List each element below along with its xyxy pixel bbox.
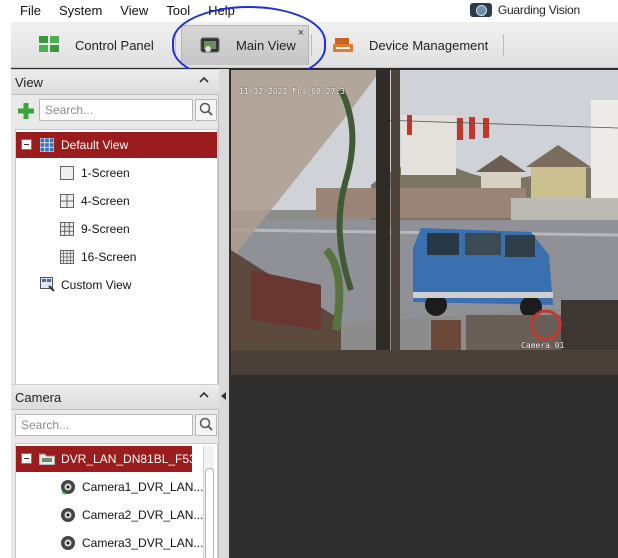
tab-divider: [503, 34, 504, 56]
grid-view-icon: [40, 138, 54, 152]
panel-splitter[interactable]: [219, 69, 229, 558]
video-camera-label: Camera 01: [521, 341, 565, 350]
camera-search-button[interactable]: [195, 414, 217, 436]
tree-item-9-screen[interactable]: 9-Screen: [16, 216, 217, 242]
camera-search-input[interactable]: [15, 414, 193, 436]
tab-device-management[interactable]: Device Management: [315, 25, 505, 65]
camera-icon: [61, 480, 75, 495]
tree-item-custom-view[interactable]: Custom View: [16, 272, 217, 298]
tree-item-camera3[interactable]: Camera3_DVR_LAN...: [16, 530, 203, 556]
desktop-edge: [0, 0, 11, 558]
tree-item-4-screen[interactable]: 4-Screen: [16, 188, 217, 214]
collapse-icon[interactable]: [21, 139, 32, 150]
tree-item-label: Custom View: [61, 278, 132, 292]
tree-item-label: DVR_LAN_DN81BL_F53...: [61, 452, 206, 466]
brand-name: Guarding Vision: [497, 3, 580, 17]
tree-item-1-screen[interactable]: 1-Screen: [16, 160, 217, 186]
chevron-up-icon[interactable]: [199, 75, 209, 85]
view-search-button[interactable]: [195, 99, 217, 121]
device-management-icon: [333, 36, 355, 54]
tree-item-label: 16-Screen: [81, 250, 137, 264]
tree-item-label: Camera2_DVR_LAN...: [82, 508, 204, 522]
tab-control-panel[interactable]: Control Panel: [21, 25, 171, 65]
live-video-window[interactable]: 11-12-2021 Fri 08:27:3 Camera 01: [231, 70, 618, 375]
tree-item-label: 4-Screen: [81, 194, 130, 208]
collapse-arrow-icon[interactable]: [221, 392, 226, 400]
camera-icon: [61, 536, 75, 550]
tree-item-label: Camera1_DVR_LAN...: [82, 480, 204, 494]
app-window: File System View Tool Help Guarding Visi…: [0, 0, 618, 558]
view-search-input[interactable]: [39, 99, 193, 121]
view-search-row: [15, 99, 217, 123]
menu-view[interactable]: View: [111, 0, 157, 22]
tab-label: Device Management: [369, 37, 489, 53]
menu-tool[interactable]: Tool: [157, 0, 199, 22]
camera-tree: DVR_LAN_DN81BL_F53... Camera1_DVR_LAN...…: [15, 443, 218, 558]
dvr-folder-icon: [39, 453, 55, 465]
main-view-icon: [200, 37, 222, 55]
tree-item-dvr[interactable]: DVR_LAN_DN81BL_F53...: [16, 446, 206, 472]
camera-search-row: [15, 414, 217, 438]
close-icon[interactable]: ×: [298, 27, 304, 39]
menu-bar: File System View Tool Help Guarding Visi…: [11, 0, 618, 22]
tree-item-label: 9-Screen: [81, 222, 130, 236]
camera-icon: [61, 508, 75, 522]
tree-item-label: 1-Screen: [81, 166, 130, 180]
chevron-up-icon[interactable]: [199, 390, 209, 400]
menu-help[interactable]: Help: [199, 0, 244, 22]
collapse-icon[interactable]: [21, 453, 32, 464]
custom-view-icon: [40, 277, 55, 292]
tab-divider: [311, 34, 312, 56]
left-panel: View Search... Default View 1-Screen 4-S…: [11, 69, 219, 558]
brand: Guarding Vision: [469, 3, 580, 17]
tab-label: Main View: [236, 38, 296, 53]
tree-item-camera1[interactable]: Camera1_DVR_LAN...: [16, 474, 203, 500]
menu-file[interactable]: File: [11, 0, 50, 22]
tab-divider: [175, 34, 176, 56]
add-icon[interactable]: [17, 102, 35, 120]
camera-tree-scrollbar[interactable]: [203, 446, 214, 558]
one-screen-icon: [60, 166, 74, 180]
search-icon: [199, 102, 213, 116]
tree-item-label: Default View: [61, 138, 129, 152]
brand-logo-icon: [469, 3, 492, 17]
tree-item-camera2[interactable]: Camera2_DVR_LAN...: [16, 502, 203, 528]
search-icon: [199, 417, 213, 431]
tab-main-view[interactable]: Main View ×: [181, 25, 309, 65]
nine-screen-icon: [60, 222, 74, 236]
tab-label: Control Panel: [75, 37, 154, 53]
view-section-header[interactable]: View: [11, 69, 219, 95]
tree-item-16-screen[interactable]: 16-Screen: [16, 244, 217, 270]
camera-section-title: Camera: [15, 390, 62, 405]
tree-item-label: Camera3_DVR_LAN...: [82, 536, 204, 550]
sixteen-screen-icon: [60, 250, 74, 264]
video-area: 11-12-2021 Fri 08:27:3 Camera 01: [229, 69, 618, 558]
tree-item-default-view[interactable]: Default View: [16, 132, 217, 158]
video-timestamp: 11-12-2021 Fri 08:27:3: [239, 87, 345, 96]
menu-system[interactable]: System: [50, 0, 111, 22]
control-panel-icon: [39, 36, 61, 54]
scrollbar-thumb[interactable]: [205, 468, 214, 558]
four-screen-icon: [60, 194, 74, 208]
camera-feed-image: [231, 70, 618, 375]
view-section-title: View: [15, 75, 43, 90]
view-tree: Default View 1-Screen 4-Screen 9-Screen …: [15, 129, 218, 387]
toolbar: Control Panel Main View × Device Managem…: [11, 22, 618, 68]
camera-section-header[interactable]: Camera: [11, 384, 219, 410]
